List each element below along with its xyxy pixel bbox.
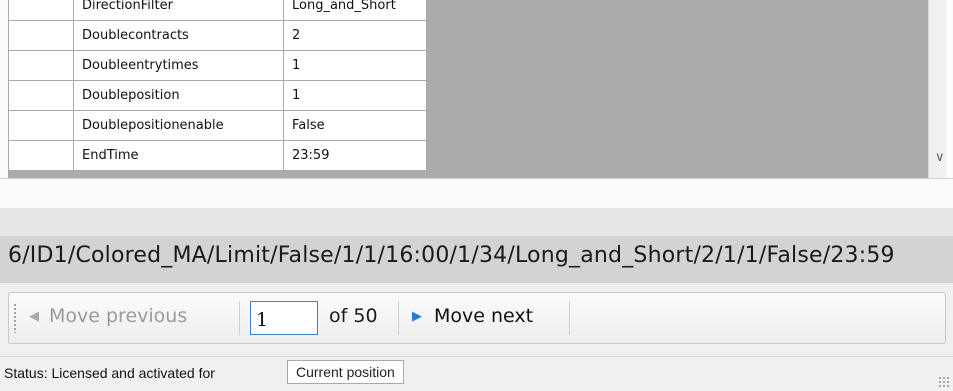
count-label: of 50 (329, 305, 378, 327)
position-input[interactable] (250, 301, 318, 335)
table-row[interactable]: DirectionFilter Long_and_Short (8, 0, 427, 21)
move-next-button[interactable]: ▶ Move next (412, 305, 533, 327)
combination-bar: 6/ID1/Colored_MA/Limit/False/1/1/16:00/1… (0, 236, 953, 283)
param-value[interactable]: 23:59 (283, 140, 427, 171)
param-value[interactable]: Long_and_Short (283, 0, 427, 21)
param-value[interactable]: False (283, 110, 427, 141)
vertical-scrollbar[interactable]: ∨ (928, 0, 946, 178)
status-position-box: Current position (287, 360, 404, 384)
combination-string: 6/ID1/Colored_MA/Limit/False/1/1/16:00/1… (8, 243, 895, 268)
param-value[interactable]: 1 (283, 50, 427, 81)
panel-footer (0, 178, 953, 209)
param-name: Doublecontracts (73, 20, 284, 51)
triangle-right-icon: ▶ (412, 308, 422, 324)
parameters-table: DirectionFilter Long_and_Short Doublecon… (8, 0, 427, 171)
row-header[interactable] (8, 0, 74, 21)
param-value[interactable]: 2 (283, 20, 427, 51)
table-row[interactable]: EndTime 23:59 (8, 140, 427, 171)
table-row[interactable]: Doublepositionenable False (8, 110, 427, 141)
parameters-panel: DirectionFilter Long_and_Short Doublecon… (0, 0, 953, 209)
triangle-left-icon: ◀ (29, 308, 39, 324)
status-bar: Status: Licensed and activated for Curre… (0, 356, 953, 391)
status-label: Status: Licensed and activated for (4, 365, 215, 381)
move-next-label: Move next (434, 305, 534, 327)
resize-grip[interactable] (938, 376, 950, 388)
parameters-grid[interactable]: DirectionFilter Long_and_Short Doublecon… (8, 0, 946, 178)
chevron-down-icon[interactable]: ∨ (935, 150, 945, 165)
row-header[interactable] (8, 140, 74, 171)
table-row[interactable]: Doublecontracts 2 (8, 20, 427, 51)
row-header[interactable] (8, 20, 74, 51)
separator (239, 301, 240, 335)
move-previous-button[interactable]: ◀ Move previous (29, 305, 187, 327)
param-name: DirectionFilter (73, 0, 284, 21)
binding-navigator: ◀ Move previous of 50 ▶ Move next (8, 292, 946, 344)
table-row[interactable]: Doubleposition 1 (8, 80, 427, 111)
param-name: Doublepositionenable (73, 110, 284, 141)
row-header[interactable] (8, 50, 74, 81)
param-value[interactable]: 1 (283, 80, 427, 111)
splitter[interactable] (0, 208, 953, 236)
separator (398, 301, 399, 335)
toolbar-grip[interactable] (13, 303, 17, 333)
param-name: Doubleposition (73, 80, 284, 111)
table-row[interactable]: Doubleentrytimes 1 (8, 50, 427, 81)
row-header[interactable] (8, 80, 74, 111)
separator (569, 301, 570, 335)
param-name: EndTime (73, 140, 284, 171)
param-name: Doubleentrytimes (73, 50, 284, 81)
row-header[interactable] (8, 110, 74, 141)
move-previous-label: Move previous (49, 305, 188, 327)
